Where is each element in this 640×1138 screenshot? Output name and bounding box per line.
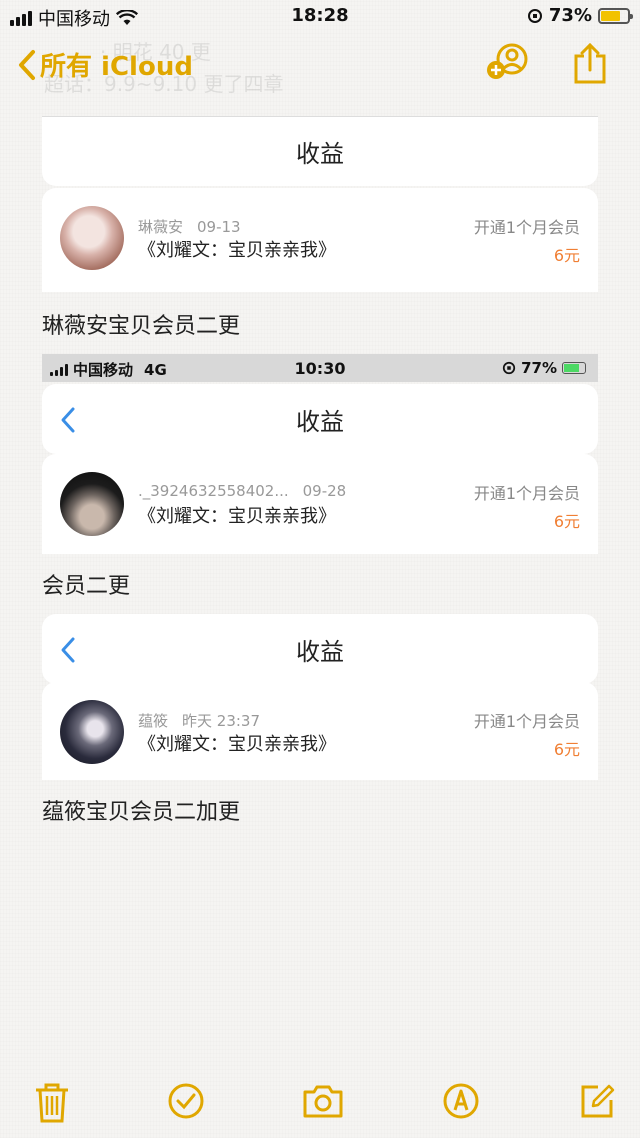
camera-icon[interactable] [302, 1082, 344, 1120]
chevron-left-icon[interactable] [60, 406, 76, 434]
earnings-title: 收益 [296, 407, 344, 436]
membership-type: 开通1个月会员 [473, 484, 580, 503]
back-button[interactable]: 所有 iCloud [18, 46, 193, 83]
book-title: 《刘耀文：宝贝亲亲我》 [138, 734, 336, 755]
note-caption: 琳薇安宝贝会员二更 [42, 314, 241, 339]
markup-icon[interactable] [442, 1082, 480, 1120]
earnings-header: 收益 [42, 116, 598, 186]
checklist-icon[interactable] [167, 1082, 205, 1120]
earning-row: 琳薇安 09-13 《刘耀文：宝贝亲亲我》 开通1个月会员 6元 [42, 188, 598, 292]
status-bar: 中国移动 18:28 73% [0, 0, 640, 32]
back-label: 所有 iCloud [40, 52, 193, 82]
rotation-lock-icon [527, 8, 542, 23]
battery-percent: 73% [548, 5, 592, 26]
bottom-toolbar [0, 1078, 640, 1128]
embedded-status-bar: 中国移动 4G 10:30 77% [42, 354, 598, 382]
avatar [60, 206, 124, 270]
trash-icon[interactable] [34, 1082, 70, 1124]
earnings-header: 收益 [42, 614, 598, 684]
avatar [60, 700, 124, 764]
avatar [60, 472, 124, 536]
chevron-left-icon [19, 49, 35, 80]
user-name: 琳薇安 [138, 218, 184, 236]
share-icon[interactable] [572, 42, 608, 86]
book-title: 《刘耀文：宝贝亲亲我》 [138, 506, 336, 527]
embedded-battery-percent: 77% [521, 359, 557, 377]
earning-row: 蕴筱 昨天 23:37 《刘耀文：宝贝亲亲我》 开通1个月会员 6元 [42, 682, 598, 780]
book-title: 《刘耀文：宝贝亲亲我》 [138, 240, 336, 261]
earnings-header: 收益 [42, 384, 598, 454]
note-caption: 会员二更 [42, 574, 131, 599]
add-people-icon[interactable] [486, 42, 530, 82]
earning-date: 09-13 [197, 218, 241, 236]
earning-date: 09-28 [302, 482, 347, 500]
rotation-lock-icon [502, 361, 516, 375]
battery-icon [562, 362, 586, 374]
earning-amount: 6元 [553, 740, 580, 759]
user-name: ._3924632558402... [138, 482, 289, 500]
membership-type: 开通1个月会员 [473, 218, 580, 237]
battery-icon [598, 7, 633, 24]
chevron-left-icon[interactable] [60, 636, 76, 664]
note-caption: 蕴筱宝贝会员二加更 [42, 800, 241, 825]
user-name: 蕴筱 [138, 712, 169, 730]
earning-amount: 6元 [553, 246, 580, 265]
earning-date: 昨天 23:37 [182, 712, 261, 730]
membership-type: 开通1个月会员 [473, 712, 580, 731]
earning-amount: 6元 [553, 512, 580, 531]
compose-icon[interactable] [578, 1082, 616, 1120]
earnings-title: 收益 [296, 140, 344, 168]
earnings-title: 收益 [296, 637, 344, 666]
earning-row: ._3924632558402... 09-28 《刘耀文：宝贝亲亲我》 开通1个… [42, 454, 598, 554]
